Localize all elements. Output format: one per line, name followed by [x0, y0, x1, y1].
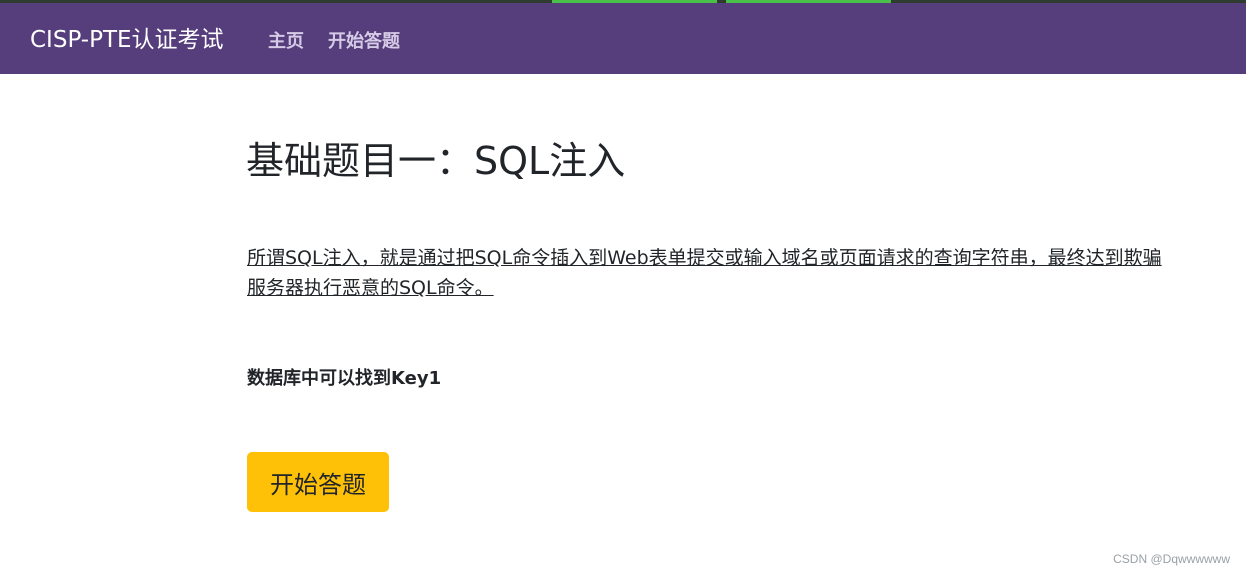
top-navbar: CISP-PTE认证考试 主页 开始答题	[0, 0, 1246, 74]
nav-link-home[interactable]: 主页	[268, 29, 304, 55]
browser-tab-accent	[552, 0, 717, 3]
browser-tab-accent	[726, 0, 891, 3]
navbar-brand[interactable]: CISP-PTE认证考试	[30, 25, 224, 55]
intro-paragraph: 所谓SQL注入，就是通过把SQL命令插入到Web表单提交或输入域名或页面请求的查…	[247, 247, 1162, 299]
csdn-watermark: CSDN @Dqwwwwww	[1113, 552, 1230, 566]
page-title: 基础题目一：SQL注入	[246, 139, 626, 183]
nav-link-start-quiz[interactable]: 开始答题	[328, 29, 400, 55]
key-hint: 数据库中可以找到Key1	[247, 368, 442, 389]
start-quiz-button[interactable]: 开始答题	[247, 452, 389, 512]
